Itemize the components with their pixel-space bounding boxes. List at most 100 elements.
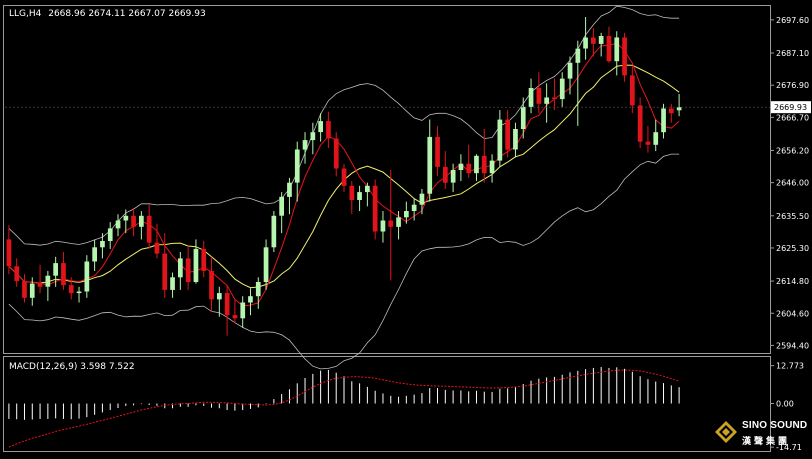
candle: [552, 78, 557, 111]
candle: [131, 207, 136, 237]
candle: [653, 119, 659, 152]
candle: [255, 277, 261, 309]
candle-body: [630, 75, 635, 106]
candle-body: [575, 48, 581, 63]
candle: [598, 32, 604, 57]
candle-body: [645, 141, 651, 145]
candle: [520, 97, 526, 139]
candle: [232, 299, 238, 324]
candle-body: [37, 283, 43, 287]
candle-body: [107, 228, 113, 241]
candle-body: [224, 293, 230, 316]
candle: [559, 72, 565, 107]
candle: [92, 239, 97, 271]
candle: [139, 211, 144, 240]
candle-body: [552, 97, 557, 100]
candle: [443, 151, 448, 189]
candle-body: [271, 215, 277, 248]
candle-body: [53, 263, 58, 276]
candle: [669, 103, 674, 123]
candle-body: [396, 217, 401, 227]
candle-body: [653, 132, 659, 145]
candle-body: [411, 204, 417, 211]
candle-body: [404, 211, 409, 218]
price-tick-label: 2646.00: [776, 179, 809, 188]
candle: [661, 103, 666, 139]
candle: [22, 274, 27, 303]
candle-body: [193, 248, 199, 282]
candle-body: [365, 185, 370, 193]
candle-body: [115, 220, 121, 229]
price-tick-label: 2666.70: [776, 113, 809, 122]
candle-body: [466, 163, 472, 174]
candle-body: [435, 136, 440, 167]
candle-body: [84, 261, 90, 292]
candle: [170, 272, 175, 298]
candle-body: [536, 88, 542, 104]
candle-body: [481, 155, 487, 174]
candle-body: [591, 37, 596, 44]
candle: [497, 110, 503, 167]
candle: [630, 65, 635, 114]
price-tick-label: 2594.40: [776, 341, 809, 350]
logo-chinese-text: 漢聲集團: [742, 437, 791, 447]
candle-body: [489, 160, 495, 174]
price-tick-label: 2635.50: [776, 212, 809, 221]
main-panel-frame: [3, 5, 771, 354]
candle-body: [310, 132, 316, 141]
candle: [84, 255, 90, 298]
candle: [107, 222, 113, 249]
candle-body: [61, 263, 66, 286]
price-tick-label: 2676.90: [776, 81, 809, 90]
candle: [76, 286, 82, 303]
candle-body: [217, 293, 222, 300]
candle-body: [513, 129, 518, 150]
bollinger-upper-line: [8, 5, 680, 246]
candle: [614, 31, 620, 76]
price-tick-label: 2625.30: [776, 244, 809, 253]
price-tick-label: 2697.60: [776, 16, 809, 25]
candle-body: [22, 281, 27, 298]
candle-body: [29, 283, 35, 298]
ohlc-label: 2668.96 2674.11 2667.07 2669.93: [48, 9, 205, 19]
candle: [287, 177, 292, 215]
candle-body: [372, 185, 378, 232]
candle-body: [443, 166, 448, 183]
candle: [583, 17, 588, 60]
candle-body: [341, 168, 347, 186]
candle-body: [419, 193, 425, 205]
candle-body: [606, 36, 612, 62]
candle-body: [201, 248, 207, 271]
candle-body: [76, 291, 82, 294]
candle: [146, 204, 152, 249]
candle-body: [185, 258, 191, 283]
candle: [388, 170, 394, 281]
candle: [178, 252, 183, 290]
candle-body: [45, 275, 51, 287]
candle-body: [388, 220, 394, 227]
macd-tick-label: 12.773: [776, 362, 804, 371]
candle-body: [458, 163, 464, 170]
candle-body: [131, 215, 136, 227]
candle: [489, 154, 495, 183]
candle: [380, 211, 386, 243]
candle: [466, 144, 472, 178]
candle-body: [505, 119, 510, 150]
candle-body: [287, 182, 292, 197]
candle: [419, 188, 425, 215]
candle-body: [318, 121, 323, 133]
candle-body: [146, 215, 152, 243]
candle: [115, 214, 121, 237]
candlestick-series: [6, 17, 682, 336]
candle-body: [154, 242, 160, 254]
logo-brand-text: SINO SOUND: [742, 420, 808, 431]
candle: [474, 154, 479, 182]
candle: [645, 125, 651, 153]
candle: [271, 211, 277, 253]
price-tick-label: 2604.60: [776, 309, 809, 318]
candle-body: [302, 140, 308, 150]
candle-body: [123, 215, 129, 221]
price-axis: 2697.60 2687.10 2676.90 2666.70 2656.20 2646.…: [5, 16, 811, 350]
candle-body: [255, 282, 261, 297]
candle-body: [100, 241, 105, 248]
